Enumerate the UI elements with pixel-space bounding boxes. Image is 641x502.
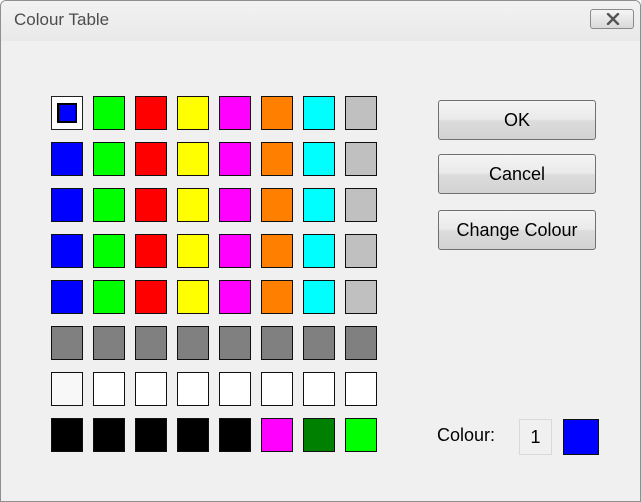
- colour-swatch[interactable]: [51, 326, 83, 360]
- colour-swatch[interactable]: [345, 234, 377, 268]
- colour-swatch[interactable]: [93, 142, 125, 176]
- colour-swatch[interactable]: [219, 234, 251, 268]
- colour-swatch[interactable]: [135, 96, 167, 130]
- colour-swatch[interactable]: [261, 326, 293, 360]
- colour-label: Colour:: [437, 425, 496, 445]
- colour-swatch[interactable]: [303, 372, 335, 406]
- colour-swatch[interactable]: [51, 96, 83, 130]
- colour-swatch[interactable]: [261, 280, 293, 314]
- colour-index-field: 1: [519, 419, 552, 455]
- colour-swatch[interactable]: [219, 372, 251, 406]
- colour-swatch[interactable]: [135, 142, 167, 176]
- colour-swatch[interactable]: [177, 96, 209, 130]
- close-icon: [606, 13, 620, 25]
- colour-swatch[interactable]: [135, 326, 167, 360]
- colour-swatch[interactable]: [345, 326, 377, 360]
- colour-swatch[interactable]: [177, 326, 209, 360]
- colour-swatch[interactable]: [135, 188, 167, 222]
- colour-swatch[interactable]: [345, 372, 377, 406]
- colour-swatch[interactable]: [93, 418, 125, 452]
- colour-swatch[interactable]: [177, 142, 209, 176]
- colour-swatch[interactable]: [51, 188, 83, 222]
- colour-swatch[interactable]: [93, 372, 125, 406]
- colour-swatch[interactable]: [135, 280, 167, 314]
- change-colour-button[interactable]: Change Colour: [438, 210, 596, 250]
- colour-swatch[interactable]: [177, 418, 209, 452]
- colour-swatch[interactable]: [345, 280, 377, 314]
- colour-swatch[interactable]: [261, 418, 293, 452]
- title-bar: Colour Table: [1, 1, 640, 41]
- colour-swatch[interactable]: [51, 418, 83, 452]
- colour-swatch[interactable]: [345, 96, 377, 130]
- colour-swatch[interactable]: [261, 96, 293, 130]
- colour-swatch[interactable]: [219, 188, 251, 222]
- colour-swatch[interactable]: [261, 142, 293, 176]
- colour-swatch[interactable]: [219, 418, 251, 452]
- colour-swatch[interactable]: [51, 234, 83, 268]
- cancel-button[interactable]: Cancel: [438, 154, 596, 194]
- colour-swatch[interactable]: [93, 326, 125, 360]
- close-button[interactable]: [590, 9, 634, 29]
- colour-swatch[interactable]: [135, 418, 167, 452]
- colour-swatch[interactable]: [303, 188, 335, 222]
- colour-swatch[interactable]: [93, 188, 125, 222]
- colour-swatch[interactable]: [177, 188, 209, 222]
- colour-swatch[interactable]: [93, 280, 125, 314]
- colour-swatch[interactable]: [93, 234, 125, 268]
- colour-swatch[interactable]: [219, 96, 251, 130]
- selected-swatch-indicator: [57, 103, 77, 123]
- colour-swatch[interactable]: [303, 418, 335, 452]
- window-title: Colour Table: [14, 10, 110, 29]
- colour-swatch[interactable]: [135, 234, 167, 268]
- colour-swatch[interactable]: [219, 280, 251, 314]
- colour-swatch[interactable]: [177, 372, 209, 406]
- colour-swatch[interactable]: [93, 96, 125, 130]
- colour-swatch[interactable]: [261, 234, 293, 268]
- colour-swatch[interactable]: [303, 142, 335, 176]
- colour-swatch[interactable]: [345, 188, 377, 222]
- colour-swatch[interactable]: [261, 188, 293, 222]
- colour-swatch[interactable]: [51, 142, 83, 176]
- ok-button[interactable]: OK: [438, 100, 596, 140]
- colour-swatch[interactable]: [51, 280, 83, 314]
- colour-swatch[interactable]: [219, 142, 251, 176]
- colour-swatch[interactable]: [303, 96, 335, 130]
- colour-swatch[interactable]: [345, 142, 377, 176]
- colour-swatch[interactable]: [303, 280, 335, 314]
- colour-swatch[interactable]: [303, 234, 335, 268]
- colour-table-dialog: Colour Table OK Cancel Change Colour Col…: [0, 0, 641, 502]
- colour-swatch[interactable]: [135, 372, 167, 406]
- colour-swatch[interactable]: [177, 234, 209, 268]
- colour-swatch[interactable]: [303, 326, 335, 360]
- colour-swatch[interactable]: [345, 418, 377, 452]
- colour-swatch[interactable]: [51, 372, 83, 406]
- colour-swatch[interactable]: [261, 372, 293, 406]
- colour-swatch[interactable]: [177, 280, 209, 314]
- current-colour-preview: [563, 419, 599, 455]
- colour-swatch[interactable]: [219, 326, 251, 360]
